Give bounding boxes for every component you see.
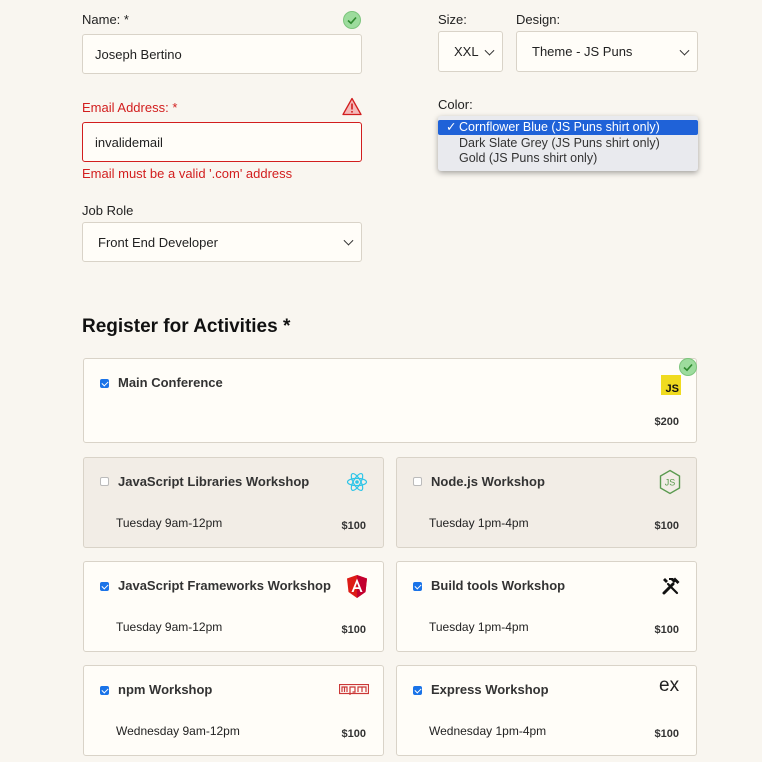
color-option-dark-slate-grey[interactable]: Dark Slate Grey (JS Puns shirt only): [438, 136, 698, 151]
activity-checkbox[interactable]: [100, 686, 109, 695]
activity-js-libraries[interactable]: JavaScript Libraries Workshop Tuesday 9a…: [83, 457, 384, 548]
tools-icon: [662, 577, 680, 595]
size-select[interactable]: XXL: [438, 31, 503, 72]
name-label: Name: *: [82, 12, 129, 27]
checkmark-icon: ✓: [446, 120, 457, 134]
activity-time: Tuesday 1pm-4pm: [429, 516, 529, 530]
job-role-value: Front End Developer: [98, 234, 218, 250]
activity-checkbox[interactable]: [413, 582, 422, 591]
activity-main-conference[interactable]: Main Conference JS $200: [83, 358, 697, 443]
activity-cost: $100: [341, 728, 366, 740]
name-input[interactable]: Joseph Bertino: [82, 34, 362, 74]
valid-check-icon: [679, 358, 697, 376]
valid-check-icon: [343, 11, 361, 29]
activity-time: Tuesday 9am-12pm: [116, 516, 223, 530]
activity-js-frameworks[interactable]: JavaScript Frameworks Workshop Tuesday 9…: [83, 561, 384, 652]
chevron-down-icon: [679, 45, 690, 56]
angular-icon: [347, 575, 367, 598]
color-option-cornflower-blue[interactable]: ✓ Cornflower Blue (JS Puns shirt only): [438, 120, 698, 135]
activity-cost: $100: [654, 624, 679, 636]
activity-title: Main Conference: [118, 375, 223, 390]
npm-icon: [339, 684, 369, 695]
activity-cost: $100: [654, 520, 679, 532]
activity-time: Wednesday 1pm-4pm: [429, 724, 547, 738]
nodejs-icon: JS: [659, 469, 681, 495]
express-icon: ex: [659, 675, 680, 696]
activity-checkbox[interactable]: [100, 477, 109, 486]
color-dropdown-list[interactable]: ✓ Cornflower Blue (JS Puns shirt only) D…: [438, 116, 698, 171]
warning-icon: [342, 97, 362, 116]
activity-title: JavaScript Frameworks Workshop: [118, 578, 331, 593]
js-icon: JS: [661, 375, 681, 395]
svg-text:JS: JS: [665, 478, 676, 488]
activity-nodejs[interactable]: Node.js Workshop JS Tuesday 1pm-4pm $100: [396, 457, 697, 548]
activities-heading: Register for Activities *: [82, 316, 291, 337]
activity-title: Express Workshop: [431, 682, 549, 697]
name-input-value: Joseph Bertino: [95, 46, 182, 62]
activity-build-tools[interactable]: Build tools Workshop Tuesday 1pm-4pm $10…: [396, 561, 697, 652]
activity-npm[interactable]: npm Workshop Wednesday 9am-12pm $100: [83, 665, 384, 756]
activity-time: Tuesday 1pm-4pm: [429, 620, 529, 634]
activity-cost: $100: [341, 520, 366, 532]
activity-cost: $100: [654, 728, 679, 740]
design-value: Theme - JS Puns: [532, 44, 633, 59]
activity-checkbox[interactable]: [413, 686, 422, 695]
size-label: Size:: [438, 12, 467, 27]
activity-title: Build tools Workshop: [431, 578, 566, 593]
activity-express[interactable]: Express Workshop ex Wednesday 1pm-4pm $1…: [396, 665, 697, 756]
activity-cost: $200: [654, 416, 679, 428]
activity-title: npm Workshop: [118, 682, 213, 697]
activity-checkbox[interactable]: [100, 379, 109, 388]
email-input-value: invalidemail: [95, 134, 163, 150]
activity-checkbox[interactable]: [100, 582, 109, 591]
activity-time: Tuesday 9am-12pm: [116, 620, 223, 634]
job-role-select[interactable]: Front End Developer: [82, 222, 362, 262]
color-option-gold[interactable]: Gold (JS Puns shirt only): [438, 151, 698, 166]
email-label: Email Address: *: [82, 100, 178, 115]
color-label: Color:: [438, 97, 473, 112]
activity-checkbox[interactable]: [413, 477, 422, 486]
design-select[interactable]: Theme - JS Puns: [516, 31, 698, 72]
react-icon: [346, 472, 368, 492]
activity-title: JavaScript Libraries Workshop: [118, 474, 310, 489]
design-label: Design:: [516, 12, 561, 27]
activity-time: Wednesday 9am-12pm: [116, 724, 240, 738]
email-error-message: Email must be a valid '.com' address: [82, 166, 293, 181]
chevron-down-icon: [484, 45, 495, 56]
activity-cost: $100: [341, 624, 366, 636]
chevron-down-icon: [343, 235, 354, 246]
size-value: XXL: [454, 44, 479, 59]
job-role-label: Job Role: [82, 203, 134, 218]
email-input[interactable]: invalidemail: [82, 122, 362, 162]
activity-title: Node.js Workshop: [431, 474, 545, 489]
